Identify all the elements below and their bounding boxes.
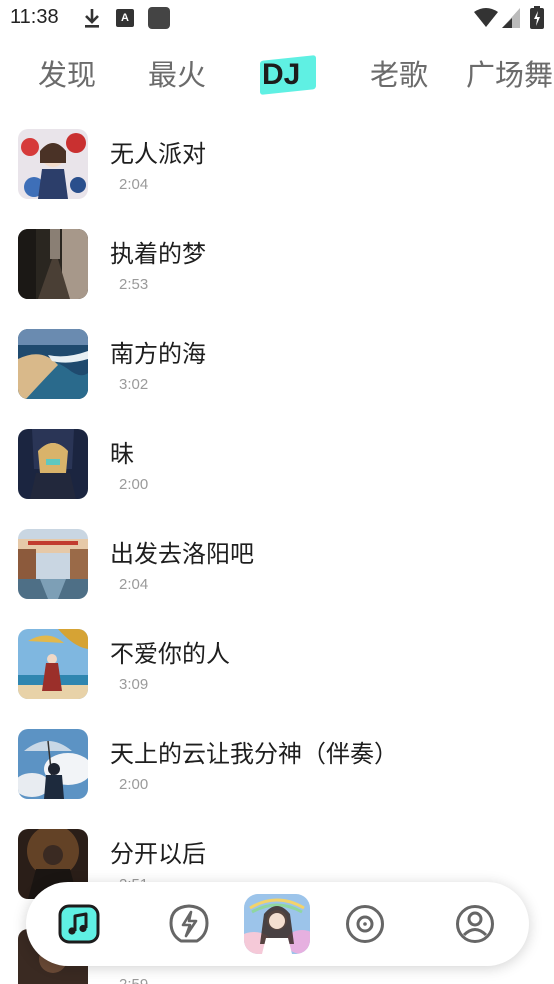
song-duration: 2:04 — [119, 576, 149, 593]
song-title: 出发去洛阳吧 — [110, 540, 254, 568]
bottom-nav — [26, 882, 529, 966]
song-title: 执着的梦 — [110, 240, 206, 268]
song-item[interactable]: 昧 2:00 — [0, 420, 554, 520]
download-icon — [85, 9, 99, 28]
song-title: 昧 — [110, 440, 134, 468]
disc-icon — [346, 905, 384, 943]
song-cover — [18, 329, 88, 399]
status-time: 11:38 — [10, 6, 59, 28]
song-cover — [18, 629, 88, 699]
tab-dj[interactable]: DJ — [260, 52, 316, 98]
song-duration: 2:53 — [119, 276, 149, 293]
song-title: 分开以后 — [110, 840, 206, 868]
nav-music[interactable] — [48, 882, 110, 966]
nav-trending[interactable] — [158, 882, 220, 966]
wifi-icon — [474, 8, 498, 27]
music-note-icon — [58, 904, 100, 944]
song-item[interactable]: 出发去洛阳吧 2:04 — [0, 520, 554, 620]
song-cover — [18, 729, 88, 799]
song-title: 无人派对 — [110, 140, 206, 168]
song-duration: 3:02 — [119, 376, 149, 393]
song-duration: 2:59 — [119, 976, 148, 984]
song-item[interactable]: 天上的云让我分神（伴奏） 2:00 — [0, 720, 554, 820]
lightning-icon — [169, 904, 209, 943]
a-icon: A — [116, 9, 134, 27]
song-list: 无人派对 2:04 执着的梦 2:53 南方的海 3:02 昧 2:00 出发去… — [0, 120, 554, 984]
song-duration: 2:04 — [119, 176, 149, 193]
song-item[interactable]: 无人派对 2:04 — [0, 120, 554, 220]
song-title: 不爱你的人 — [110, 640, 230, 668]
user-icon — [456, 905, 494, 943]
song-item[interactable]: 执着的梦 2:53 — [0, 220, 554, 320]
nav-disc[interactable] — [334, 882, 396, 966]
song-cover — [18, 129, 88, 199]
status-bar: 11:38 A — [0, 0, 554, 40]
song-cover — [18, 229, 88, 299]
song-title: 天上的云让我分神（伴奏） — [110, 740, 398, 768]
signal-icon — [502, 8, 520, 28]
song-duration: 2:00 — [119, 476, 149, 493]
song-title: 南方的海 — [110, 340, 206, 368]
tab-discover[interactable]: 发现 — [38, 52, 96, 98]
category-tabs: 发现 最火 DJ 老歌 广场舞 — [0, 52, 554, 102]
song-cover — [18, 529, 88, 599]
song-duration: 2:00 — [119, 776, 149, 793]
nav-profile[interactable] — [444, 882, 506, 966]
song-cover — [18, 429, 88, 499]
tab-hottest[interactable]: 最火 — [148, 52, 206, 98]
nav-now-playing[interactable] — [240, 882, 314, 966]
song-duration: 3:09 — [119, 676, 149, 693]
song-item[interactable]: 南方的海 3:02 — [0, 320, 554, 420]
tab-old-songs[interactable]: 老歌 — [370, 52, 428, 98]
battery-icon — [530, 6, 544, 29]
song-item[interactable]: 不爱你的人 3:09 — [0, 620, 554, 720]
square-icon — [148, 7, 170, 29]
tab-square-dance[interactable]: 广场舞 — [466, 52, 553, 98]
now-playing-cover — [244, 894, 310, 954]
